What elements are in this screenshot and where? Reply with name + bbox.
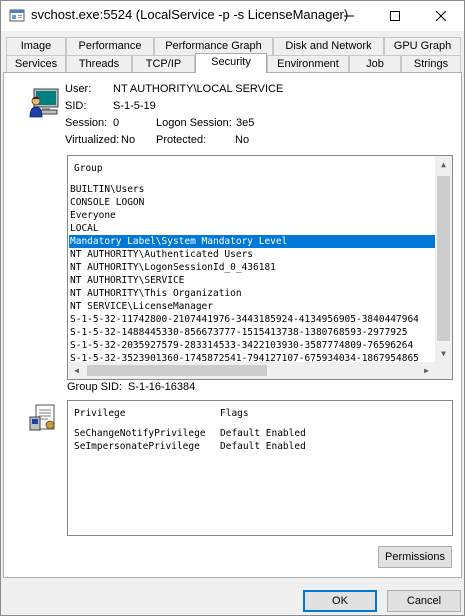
tab-disk-and-network[interactable]: Disk and Network [273,37,384,55]
group-item[interactable]: S-1-5-32-1488445330-856673777-1515413738… [70,326,407,339]
user-label: User: [65,83,92,95]
protected-label: Protected: [156,134,207,146]
sid-label: SID: [65,100,87,112]
scroll-right-icon[interactable]: ▶ [418,362,435,379]
tab-security[interactable]: Security [195,53,267,73]
privilege-name[interactable]: SeImpersonatePrivilege [74,440,200,453]
maximize-button[interactable] [372,1,418,31]
scroll-left-icon[interactable]: ◀ [68,362,85,379]
group-item[interactable]: Everyone [70,209,116,222]
user-computer-icon [28,87,62,121]
horizontal-scroll-thumb[interactable] [87,365,267,376]
group-item[interactable]: NT AUTHORITY\LogonSessionId_0_436181 [70,261,276,274]
group-sid-label: Group SID: [67,381,123,393]
virtualized-value: No [121,134,136,146]
sid-value: S-1-5-19 [113,100,156,112]
logon-session-label: Logon Session: [156,117,232,129]
vertical-scroll-thumb[interactable] [437,176,450,341]
tab-gpu-graph[interactable]: GPU Graph [384,37,461,55]
group-list-horizontal-scrollbar[interactable]: ◀ ▶ [68,362,435,379]
privilege-column-header[interactable]: Privilege [74,407,125,420]
tab-performance[interactable]: Performance [66,37,154,55]
tab-strings[interactable]: Strings [401,55,461,73]
group-item[interactable]: S-1-5-32-2035927579-283314533-3422103930… [70,339,413,352]
session-label: Session: [65,117,108,129]
protected-value: No [235,134,250,146]
app-icon [9,8,25,24]
virtualized-label: Virtualized: [65,134,120,146]
group-item[interactable]: NT AUTHORITY\This Organization [70,287,242,300]
maximize-icon [390,11,400,21]
group-item[interactable]: LOCAL [70,222,99,235]
tab-tcpip[interactable]: TCP/IP [132,55,195,73]
group-item[interactable]: BUILTIN\Users [70,183,144,196]
minimize-icon [344,15,354,17]
ok-button[interactable]: OK [303,590,377,612]
security-panel: User: NT AUTHORITY\LOCAL SERVICE SID: S-… [3,72,462,578]
tab-image[interactable]: Image [6,37,66,55]
tab-job[interactable]: Job [349,55,401,73]
group-list[interactable]: Group BUILTIN\Users CONSOLE LOGON Everyo… [67,155,453,380]
minimize-button[interactable] [326,1,372,31]
cancel-button[interactable]: Cancel [387,590,461,612]
window-title: svchost.exe:5524 (LocalService -p -s Lic… [31,7,349,22]
privilege-flags[interactable]: Default Enabled [220,440,306,453]
tab-environment[interactable]: Environment [267,55,349,73]
privilege-flags[interactable]: Default Enabled [220,427,306,440]
group-item[interactable]: NT AUTHORITY\SERVICE [70,274,184,287]
session-value: 0 [113,117,120,129]
close-icon [436,11,446,21]
close-button[interactable] [418,1,464,31]
privileges-icon [28,403,60,433]
logon-session-value: 3e5 [236,117,255,129]
scroll-down-icon[interactable]: ▼ [435,345,452,362]
flags-column-header[interactable]: Flags [220,407,249,420]
group-item[interactable]: S-1-5-32-11742800-2107441976-3443185924-… [70,313,419,326]
title-bar[interactable]: svchost.exe:5524 (LocalService -p -s Lic… [1,1,464,31]
group-sid-value: S-1-16-16384 [128,381,196,393]
group-list-vertical-scrollbar[interactable]: ▲ ▼ [435,156,452,362]
group-item-selected[interactable]: Mandatory Label\System Mandatory Level [69,235,435,248]
group-item[interactable]: NT SERVICE\LicenseManager [70,300,213,313]
scroll-up-icon[interactable]: ▲ [435,156,452,173]
group-column-header[interactable]: Group [74,162,103,175]
properties-window: svchost.exe:5524 (LocalService -p -s Lic… [0,0,465,616]
group-item[interactable]: CONSOLE LOGON [70,196,144,209]
tab-services[interactable]: Services [6,55,66,73]
group-item[interactable]: NT AUTHORITY\Authenticated Users [70,248,253,261]
tab-threads[interactable]: Threads [66,55,132,73]
privileges-list[interactable]: Privilege Flags SeChangeNotifyPrivilege … [67,400,453,536]
scrollbar-corner [435,362,452,379]
user-value: NT AUTHORITY\LOCAL SERVICE [113,83,284,95]
privilege-name[interactable]: SeChangeNotifyPrivilege [74,427,206,440]
permissions-button[interactable]: Permissions [378,546,452,568]
